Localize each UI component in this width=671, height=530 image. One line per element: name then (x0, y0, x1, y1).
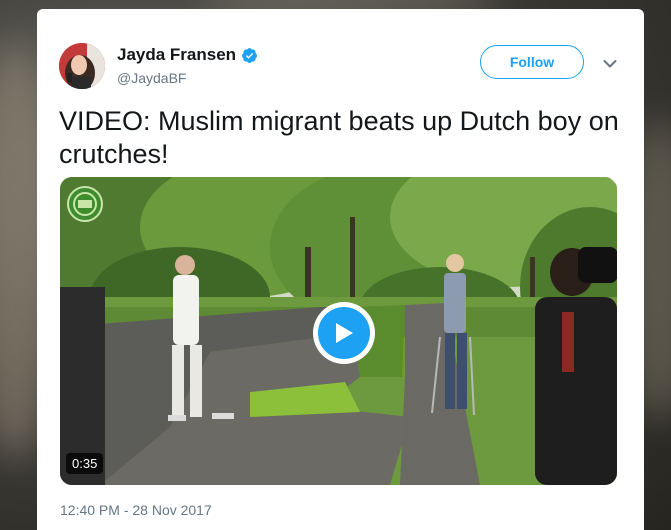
channel-logo (67, 186, 103, 222)
avatar-image (59, 43, 105, 89)
verified-badge-icon (242, 47, 257, 63)
play-icon (336, 323, 353, 343)
play-button-circle (318, 307, 370, 359)
video-duration-badge: 0:35 (66, 453, 104, 474)
tweet-card: Jayda Fransen @JaydaBF Follow VIDEO: Mus… (37, 9, 644, 530)
user-handle[interactable]: @JaydaBF (117, 70, 186, 86)
follow-button[interactable]: Follow (480, 45, 584, 79)
video-player[interactable]: 0:35 (60, 177, 617, 485)
tweet-text: VIDEO: Muslim migrant beats up Dutch boy… (59, 106, 619, 169)
play-button[interactable] (313, 302, 375, 364)
author-name-row: Jayda Fransen (117, 45, 258, 65)
display-name[interactable]: Jayda Fransen (117, 45, 236, 65)
chevron-down-icon[interactable] (603, 59, 617, 69)
tweet-timestamp[interactable]: 12:40 PM - 28 Nov 2017 (60, 502, 212, 518)
avatar[interactable] (59, 43, 105, 89)
